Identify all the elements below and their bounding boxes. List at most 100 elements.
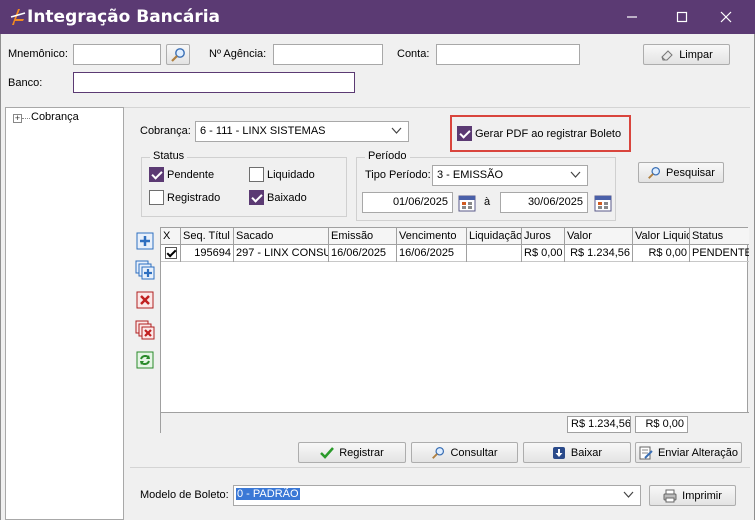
expand-icon[interactable]: + bbox=[13, 114, 22, 123]
banco-label: Banco: bbox=[8, 77, 43, 89]
grid-header: X Seq. Títul Sacado Emissão Vencimento L… bbox=[161, 228, 749, 245]
periodo-group-title: Período bbox=[365, 150, 410, 162]
window-title: Integração Bancária bbox=[27, 7, 221, 27]
modelo-selected-value: 0 - PADRÃO bbox=[236, 488, 300, 500]
modelo-label: Modelo de Boleto: bbox=[140, 489, 229, 501]
calendar-icon[interactable] bbox=[594, 194, 612, 212]
pesquisar-button[interactable]: Pesquisar bbox=[638, 162, 724, 183]
search-icon bbox=[171, 47, 185, 62]
add-icon[interactable] bbox=[135, 231, 155, 251]
conta-input[interactable] bbox=[436, 44, 580, 65]
cobranca-tree: + Cobrança bbox=[5, 107, 124, 520]
agencia-label: Nº Agência: bbox=[209, 48, 267, 60]
cell-juros: R$ 0,00 bbox=[522, 245, 565, 262]
col-header-emissao[interactable]: Emissão bbox=[329, 228, 397, 245]
col-header-x[interactable]: X bbox=[161, 228, 181, 245]
row-checkbox[interactable] bbox=[165, 247, 177, 259]
window-client: Mnemônico: Nº Agência: Conta: Limpar Ban… bbox=[0, 34, 755, 520]
date-to-input[interactable]: 30/06/2025 bbox=[500, 192, 588, 213]
status-pendente-label: Pendente bbox=[167, 169, 215, 181]
imprimir-button[interactable]: Imprimir bbox=[649, 485, 736, 506]
col-header-juros[interactable]: Juros bbox=[522, 228, 565, 245]
cell-liquidacao bbox=[467, 245, 522, 262]
mnemonico-search-button[interactable] bbox=[166, 44, 190, 65]
gerar-pdf-checkbox[interactable] bbox=[457, 126, 472, 141]
minimize-icon bbox=[627, 16, 637, 18]
col-header-seq[interactable]: Seq. Títul bbox=[181, 228, 234, 245]
date-separator: à bbox=[484, 196, 491, 208]
add-multiple-icon[interactable] bbox=[135, 260, 155, 280]
remove-multiple-icon[interactable] bbox=[135, 320, 155, 340]
maximize-icon bbox=[676, 11, 688, 23]
limpar-label: Limpar bbox=[679, 48, 713, 61]
minimize-button[interactable] bbox=[612, 4, 652, 30]
total-valor: R$ 1.234,56 bbox=[567, 416, 631, 433]
cell-vencimento: 16/06/2025 bbox=[397, 245, 467, 262]
status-pendente-checkbox[interactable] bbox=[149, 167, 164, 182]
grid-footer: R$ 1.234,56 R$ 0,00 bbox=[161, 412, 749, 434]
registrar-button[interactable]: Registrar bbox=[298, 442, 406, 463]
status-registrado-checkbox[interactable] bbox=[149, 190, 164, 205]
cell-valor-liquido: R$ 0,00 bbox=[633, 245, 690, 262]
col-header-valor[interactable]: Valor bbox=[565, 228, 633, 245]
status-liquidado-checkbox[interactable] bbox=[249, 167, 264, 182]
download-icon bbox=[552, 446, 566, 460]
calendar-icon[interactable] bbox=[458, 194, 476, 212]
refresh-icon[interactable] bbox=[135, 350, 155, 370]
cobranca-selected-value: 6 - 111 - LINX SISTEMAS bbox=[200, 125, 326, 137]
remove-icon[interactable] bbox=[135, 290, 155, 310]
col-header-liquidacao[interactable]: Liquidação bbox=[467, 228, 522, 245]
col-header-status[interactable]: Status bbox=[690, 228, 749, 245]
cobranca-select[interactable]: 6 - 111 - LINX SISTEMAS bbox=[195, 121, 409, 142]
app-logo-icon bbox=[10, 9, 26, 25]
baixar-label: Baixar bbox=[570, 446, 603, 459]
agencia-input[interactable] bbox=[273, 44, 383, 65]
cell-emissao: 16/06/2025 bbox=[329, 245, 397, 262]
enviar-alteracao-label: Enviar Alteração bbox=[657, 446, 739, 459]
mnemonico-label: Mnemônico: bbox=[8, 48, 68, 60]
col-header-sacado[interactable]: Sacado bbox=[234, 228, 329, 245]
enviar-alteracao-button[interactable]: Enviar Alteração bbox=[635, 442, 742, 463]
edit-document-icon bbox=[639, 446, 653, 460]
printer-icon bbox=[663, 489, 677, 503]
conta-label: Conta: bbox=[397, 48, 430, 60]
status-registrado-label: Registrado bbox=[167, 192, 221, 204]
table-row[interactable]: 195694 297 - LINX CONSUL 16/06/2025 16/0… bbox=[161, 245, 749, 262]
consultar-label: Consultar bbox=[450, 446, 498, 459]
row-select-cell[interactable] bbox=[161, 245, 181, 262]
limpar-button[interactable]: Limpar bbox=[643, 44, 730, 65]
banco-input[interactable] bbox=[73, 72, 355, 93]
date-from-input[interactable]: 01/06/2025 bbox=[362, 192, 453, 213]
bottom-separator bbox=[130, 467, 750, 468]
chevron-down-icon bbox=[623, 491, 634, 498]
total-valor-liquido: R$ 0,00 bbox=[635, 416, 688, 433]
status-group-title: Status bbox=[150, 150, 188, 162]
consultar-button[interactable]: Consultar bbox=[411, 442, 518, 463]
col-header-vencimento[interactable]: Vencimento bbox=[397, 228, 467, 245]
cell-status: PENDENTE bbox=[692, 247, 749, 259]
status-group: Status bbox=[141, 150, 347, 217]
tipo-periodo-select[interactable]: 3 - EMISSÃO bbox=[432, 165, 588, 186]
panel-separator bbox=[124, 107, 750, 108]
chevron-down-icon bbox=[391, 127, 402, 134]
title-bar: Integração Bancária bbox=[0, 0, 755, 34]
cobranca-label: Cobrança: bbox=[140, 125, 191, 137]
maximize-button[interactable] bbox=[662, 4, 702, 30]
status-baixado-checkbox[interactable] bbox=[249, 190, 264, 205]
tree-connector bbox=[22, 118, 30, 119]
mnemonico-input[interactable] bbox=[73, 44, 161, 65]
registrar-label: Registrar bbox=[339, 446, 384, 459]
search-icon bbox=[647, 166, 661, 180]
close-button[interactable] bbox=[706, 4, 746, 30]
cell-valor: R$ 1.234,56 bbox=[565, 245, 633, 262]
tree-node-cobranca[interactable]: Cobrança bbox=[31, 111, 79, 123]
baixar-button[interactable]: Baixar bbox=[523, 442, 631, 463]
search-icon bbox=[431, 446, 445, 460]
checkmark-icon bbox=[320, 446, 335, 460]
tipo-periodo-label: Tipo Período: bbox=[365, 169, 431, 181]
modelo-select[interactable]: 0 - PADRÃO bbox=[233, 485, 641, 506]
chevron-down-icon bbox=[570, 171, 581, 178]
boletos-grid: X Seq. Títul Sacado Emissão Vencimento L… bbox=[160, 227, 749, 434]
col-header-valor-liquido[interactable]: Valor Liquic bbox=[633, 228, 690, 245]
gerar-pdf-label: Gerar PDF ao registrar Boleto bbox=[475, 128, 622, 140]
